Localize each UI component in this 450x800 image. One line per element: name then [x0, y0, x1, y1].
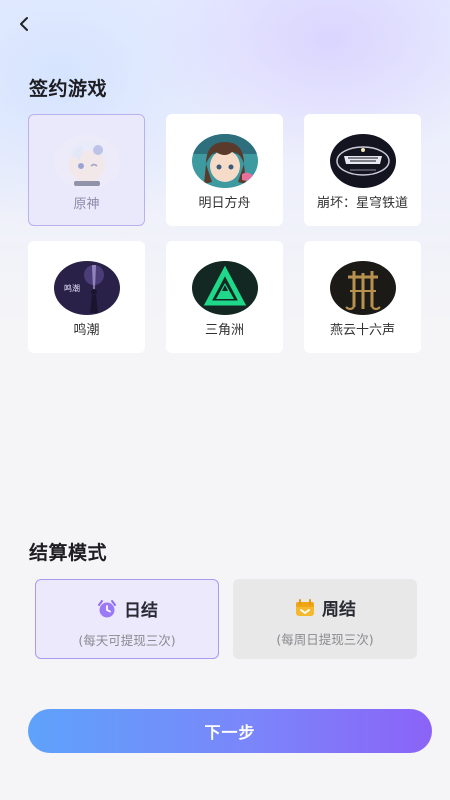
game-name: 崩坏：星穹铁道	[316, 196, 408, 211]
back-button[interactable]	[10, 10, 38, 38]
svg-text:鸣潮: 鸣潮	[64, 283, 80, 293]
calendar-icon	[296, 598, 314, 616]
game-card-wuthering-waves[interactable]: 鸣潮 鸣潮	[28, 241, 145, 353]
arknights-avatar	[191, 134, 258, 188]
mode-description: (每天可提现三次)	[78, 633, 176, 648]
game-name: 燕云十六声	[329, 323, 395, 338]
wuthering-waves-avatar: 鸣潮	[53, 261, 120, 315]
genshin-avatar	[53, 135, 120, 189]
chevron-left-icon	[20, 17, 28, 31]
game-name: 原神	[73, 197, 100, 212]
game-card-delta[interactable]: 三角洲	[166, 241, 283, 353]
mode-daily[interactable]: 日结 (每天可提现三次)	[35, 579, 219, 659]
mode-description: (每周日提现三次)	[276, 632, 374, 647]
settlement-section-title: 结算模式	[29, 542, 108, 564]
game-name: 鸣潮	[73, 323, 100, 338]
game-card-yanyun[interactable]: 燕云十六声	[304, 241, 421, 353]
game-card-arknights[interactable]: 明日方舟	[166, 114, 283, 226]
next-step-button[interactable]: 下一步	[28, 709, 432, 753]
game-name: 明日方舟	[198, 196, 251, 211]
delta-avatar	[191, 261, 258, 315]
yanyun-avatar	[329, 261, 396, 315]
game-card-genshin[interactable]: 原神	[28, 114, 145, 226]
alarm-clock-icon	[98, 599, 116, 617]
mode-label: 日结	[124, 601, 158, 621]
game-name: 三角洲	[204, 323, 244, 338]
starrail-avatar	[329, 134, 396, 188]
games-section-title: 签约游戏	[29, 78, 108, 100]
game-card-starrail[interactable]: 崩坏：星穹铁道	[304, 114, 421, 226]
mode-label: 周结	[322, 600, 356, 620]
mode-weekly[interactable]: 周结 (每周日提现三次)	[233, 579, 417, 659]
